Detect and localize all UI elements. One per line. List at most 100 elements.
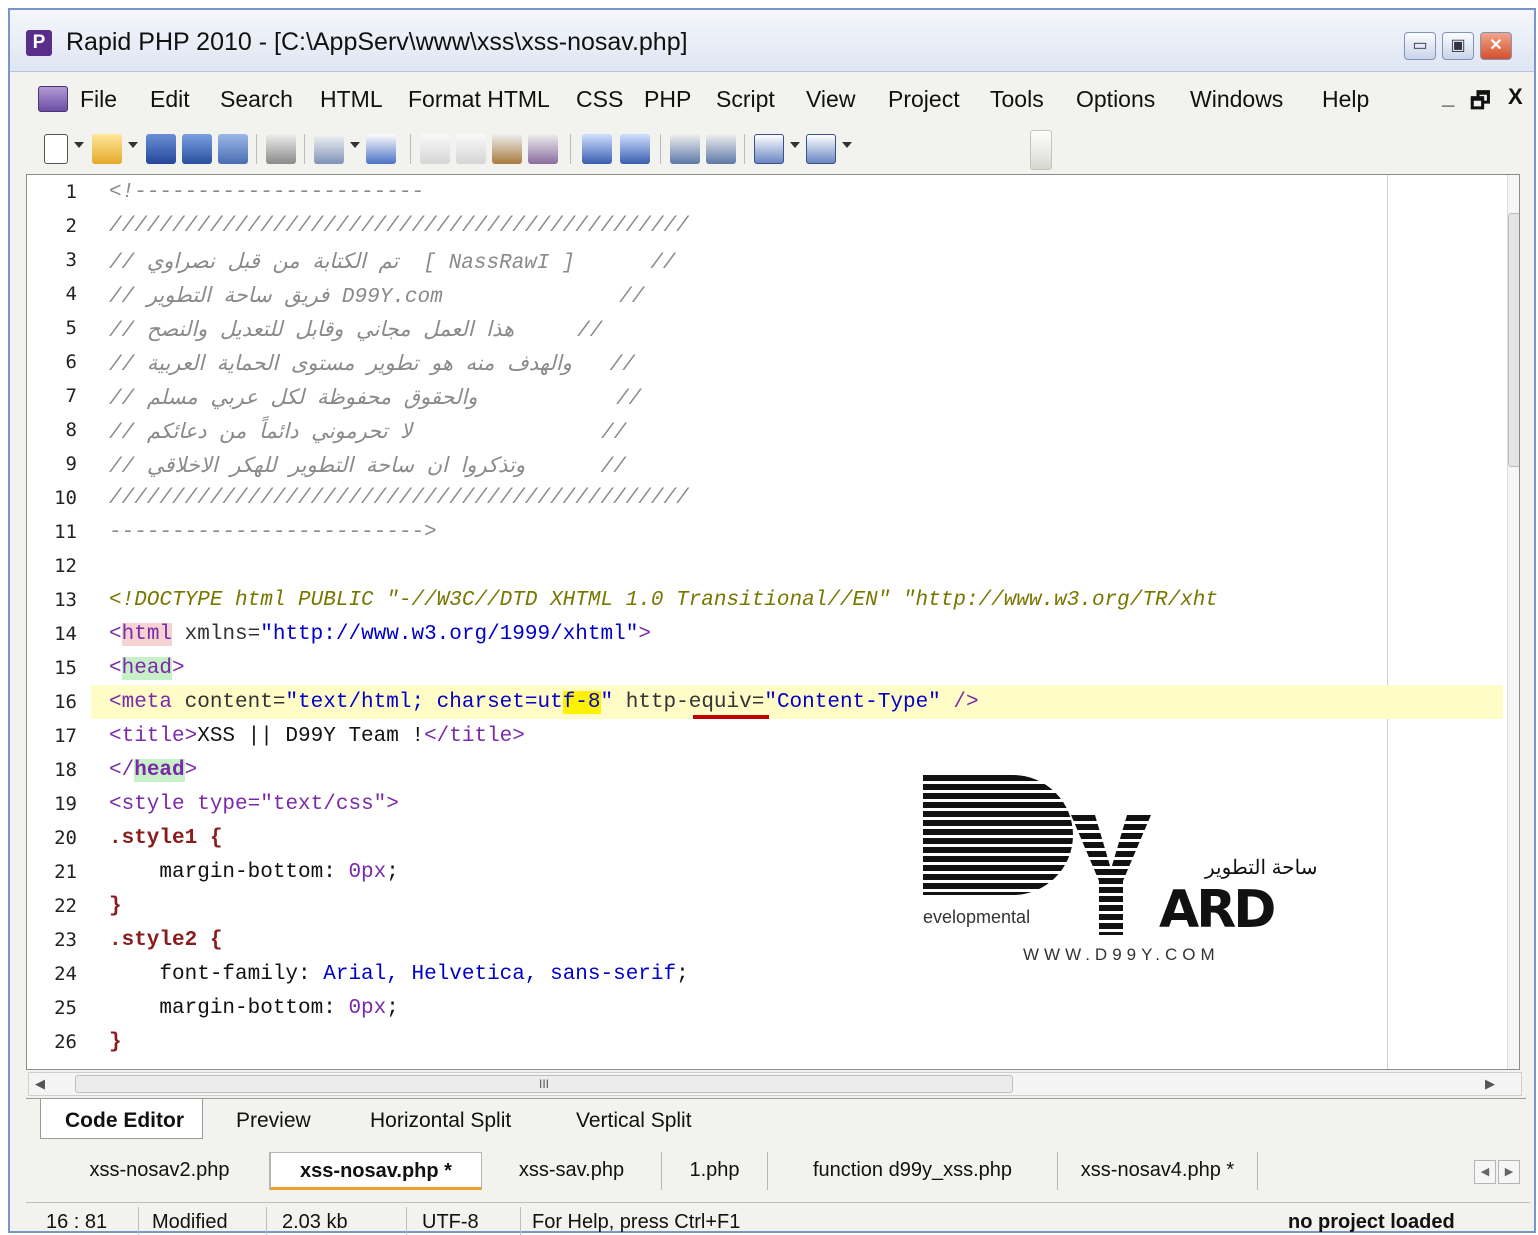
tag-open: <style (109, 793, 185, 816)
chevron-down-icon[interactable] (790, 142, 800, 148)
undo-icon[interactable] (582, 134, 612, 164)
line-number: 4 (65, 283, 77, 305)
line-number: 22 (54, 895, 77, 917)
line-number: 20 (54, 827, 77, 849)
tab-preview[interactable]: Preview (212, 1099, 329, 1139)
line-number: 12 (54, 555, 77, 577)
vertical-scrollbar[interactable] (1507, 175, 1519, 1069)
tab-scroll-right-icon[interactable]: ▶ (1498, 1160, 1520, 1184)
menu-edit[interactable]: Edit (150, 86, 190, 113)
close-button[interactable]: ✕ (1480, 32, 1512, 60)
maximize-button[interactable]: ▣ (1442, 32, 1474, 60)
outdent-icon[interactable] (706, 134, 736, 164)
menu-view[interactable]: View (806, 86, 855, 113)
title-bar[interactable]: P Rapid PHP 2010 - [C:\AppServ\www\xss\x… (10, 10, 1534, 72)
watermark-logo: ARD ساحة التطوير evelopmental WWW.D99Y.C… (923, 775, 1363, 965)
cut-icon[interactable] (420, 134, 450, 164)
menu-file[interactable]: File (80, 86, 117, 113)
layout-icon[interactable] (806, 134, 836, 164)
chevron-down-icon[interactable] (350, 142, 360, 148)
menu-windows[interactable]: Windows (1190, 86, 1283, 113)
document-icon[interactable] (38, 86, 68, 112)
horizontal-scrollbar[interactable]: ◀ III ▶ (28, 1072, 1522, 1096)
attribute-value: "http://www.w3.org/1999/xhtml" (260, 623, 639, 646)
line-number: 18 (54, 759, 77, 781)
tag-open: <title> (109, 725, 198, 748)
selected-text: f-8 (562, 691, 601, 714)
file-tab[interactable]: xss-nosav4.php * (1058, 1152, 1258, 1190)
menu-help[interactable]: Help (1322, 86, 1369, 113)
menu-options[interactable]: Options (1076, 86, 1155, 113)
menu-css[interactable]: CSS (576, 86, 623, 113)
line-number: 26 (54, 1031, 77, 1053)
open-folder-icon[interactable] (92, 134, 122, 164)
attribute: content= (172, 691, 286, 714)
code-line-6: // والهدف منه هو تطوير مستوى الحماية الع… (109, 354, 635, 377)
css-value: Arial, Helvetica, sans-serif (323, 963, 677, 986)
code-line-21: margin-bottom: 0px; (109, 861, 399, 884)
chevron-down-icon[interactable] (128, 142, 138, 148)
print-icon[interactable] (266, 134, 296, 164)
save-icon[interactable] (146, 134, 176, 164)
mdi-minimize-button[interactable]: _ (1442, 84, 1454, 110)
line-number: 15 (54, 657, 77, 679)
file-tab[interactable]: xss-sav.php (482, 1152, 662, 1190)
chevron-down-icon[interactable] (842, 142, 852, 148)
mdi-close-button[interactable]: X (1508, 84, 1523, 110)
scroll-right-icon[interactable]: ▶ (1485, 1076, 1495, 1092)
line-number: 9 (65, 453, 77, 475)
spell-check-icon[interactable] (366, 134, 396, 164)
file-tab[interactable]: 1.php (662, 1152, 768, 1190)
print-preview-icon[interactable] (314, 134, 344, 164)
scroll-left-icon[interactable]: ◀ (35, 1076, 45, 1092)
code-line-24: font-family: Arial, Helvetica, sans-seri… (109, 963, 689, 986)
menu-php[interactable]: PHP (644, 86, 691, 113)
minimize-button[interactable]: ▭ (1404, 32, 1436, 60)
paste-special-icon[interactable] (528, 134, 558, 164)
file-tab-active[interactable]: xss-nosav.php * (270, 1152, 482, 1190)
save-all-icon[interactable] (182, 134, 212, 164)
logo-arabic-text: ساحة التطوير (1205, 857, 1318, 879)
code-editor[interactable]: 1 2 3 4 5 6 7 8 9 10 11 12 13 14 15 16 1… (26, 174, 1520, 1070)
chevron-down-icon[interactable] (74, 142, 84, 148)
mdi-restore-button[interactable]: 🗗 (1470, 84, 1491, 122)
line-number: 6 (65, 351, 77, 373)
attribute-value: "text/css" (260, 793, 387, 816)
menu-html[interactable]: HTML (320, 86, 383, 113)
line-number: 13 (54, 589, 77, 611)
logo-d-shape (923, 775, 1073, 895)
window-icon[interactable] (754, 134, 784, 164)
menu-tools[interactable]: Tools (990, 86, 1044, 113)
line-number: 3 (65, 249, 77, 271)
copy-icon[interactable] (456, 134, 486, 164)
menu-format-html[interactable]: Format HTML (408, 86, 550, 113)
attribute-value: "Content-Type" (764, 691, 941, 714)
project-status: no project loaded (1288, 1211, 1455, 1233)
app-window: P Rapid PHP 2010 - [C:\AppServ\www\xss\x… (8, 8, 1536, 1235)
tab-vertical-split[interactable]: Vertical Split (552, 1099, 710, 1139)
tab-code-editor[interactable]: Code Editor (40, 1099, 203, 1139)
new-file-icon[interactable] (44, 134, 68, 164)
toolbar-overflow-button[interactable] (1030, 130, 1052, 170)
menu-search[interactable]: Search (220, 86, 293, 113)
line-number: 11 (54, 521, 77, 543)
menu-project[interactable]: Project (888, 86, 960, 113)
line-number: 23 (54, 929, 77, 951)
redo-icon[interactable] (620, 134, 650, 164)
code-line-14: <html xmlns="http://www.w3.org/1999/xhtm… (109, 623, 651, 646)
code-line-11: -------------------------> (109, 521, 437, 544)
tag-name: html (121, 623, 173, 646)
indent-icon[interactable] (670, 134, 700, 164)
css-property: font-family: (109, 963, 324, 986)
title-text: XSS || D99Y Team ! (197, 725, 425, 748)
tab-horizontal-split[interactable]: Horizontal Split (346, 1099, 529, 1139)
paste-icon[interactable] (492, 134, 522, 164)
save-copy-icon[interactable] (218, 134, 248, 164)
menu-script[interactable]: Script (716, 86, 775, 113)
horizontal-scroll-thumb[interactable]: III (75, 1075, 1013, 1093)
file-tab[interactable]: function d99y_xss.php (768, 1152, 1058, 1190)
vertical-scroll-thumb[interactable] (1508, 213, 1519, 467)
file-tab[interactable]: xss-nosav2.php (50, 1152, 270, 1190)
red-underline-mark (693, 715, 769, 719)
tab-scroll-left-icon[interactable]: ◀ (1474, 1160, 1496, 1184)
